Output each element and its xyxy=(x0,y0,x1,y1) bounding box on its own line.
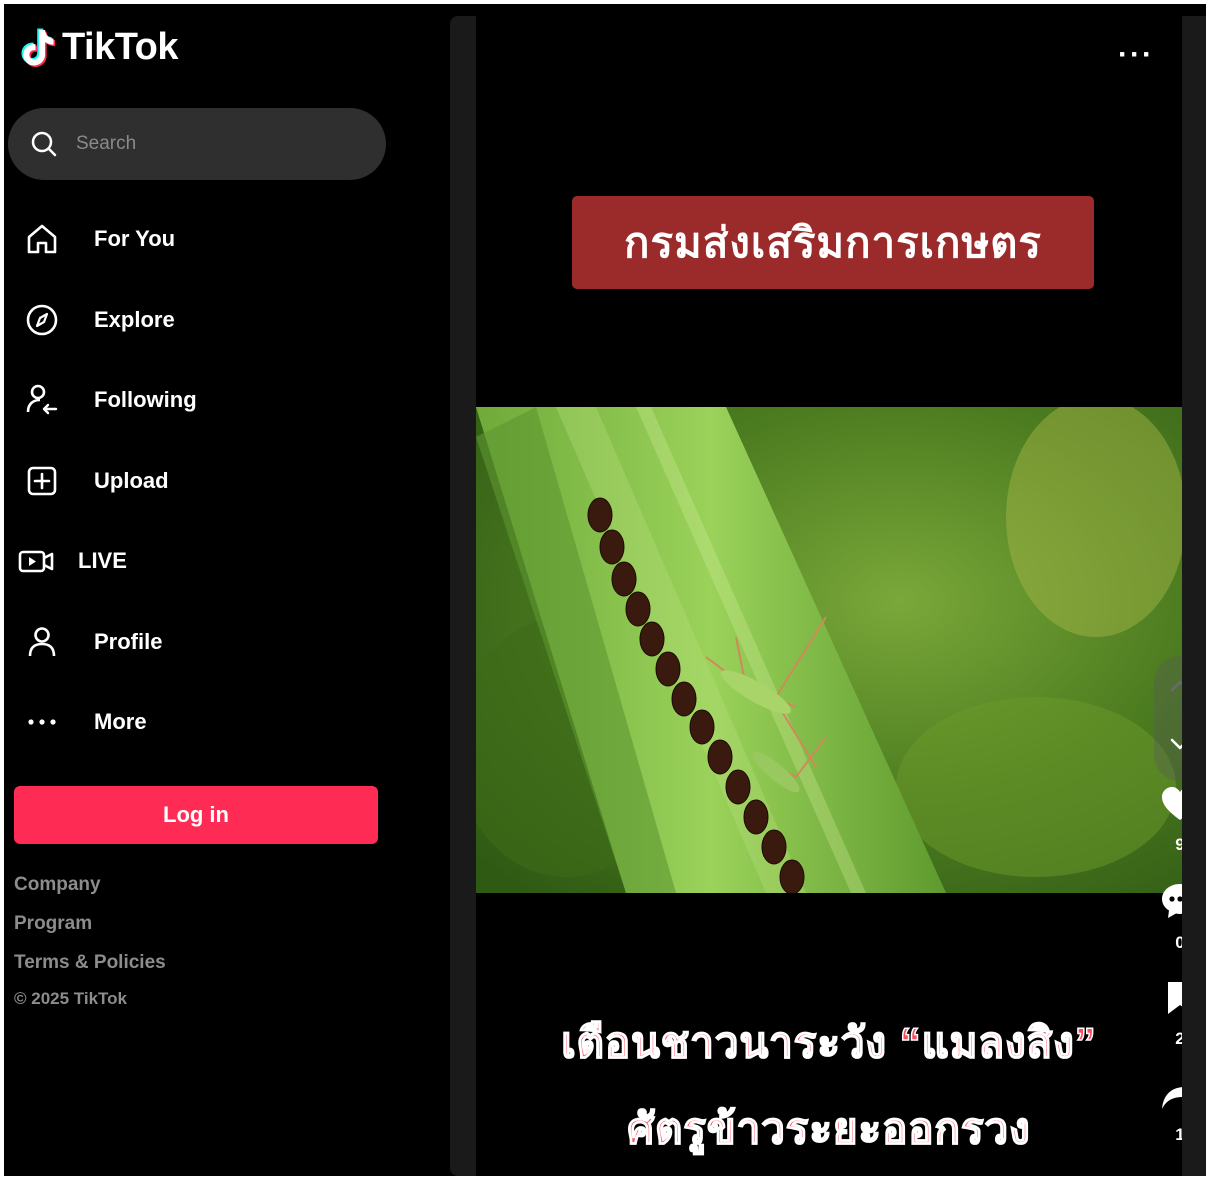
rice-leaf-insect-image xyxy=(476,407,1182,893)
video-banner: กรมส่งเสริมการเกษตร xyxy=(572,196,1094,289)
search-bar[interactable] xyxy=(8,108,386,180)
nav-label: Upload xyxy=(94,467,169,493)
logo-text: TikTok xyxy=(62,26,178,68)
video-photo xyxy=(476,407,1182,893)
more-icon xyxy=(22,702,62,742)
footer-link-company[interactable]: Company xyxy=(14,870,166,909)
search-icon xyxy=(31,131,57,157)
nav-label: Profile xyxy=(94,628,163,654)
live-icon xyxy=(16,541,56,581)
nav-label: For You xyxy=(94,226,176,252)
login-button[interactable]: Log in xyxy=(14,786,378,844)
video-player[interactable]: กรมส่งเสริมการเกษตร เตือนชาวนาระวัง “แมล… xyxy=(476,16,1206,1176)
feed-gutter xyxy=(1182,16,1206,1176)
video-feed: กรมส่งเสริมการเกษตร เตือนชาวนาระวัง “แมล… xyxy=(450,16,1206,1176)
caption-line-1: เตือนชาวนาระวัง “แมลงสิง” xyxy=(560,1018,1097,1067)
nav-label: LIVE xyxy=(78,548,127,574)
nav-upload[interactable]: Upload xyxy=(4,441,424,522)
copyright: © 2025 TikTok xyxy=(14,989,128,1008)
main-nav: For You Explore Following Upload LIVE Pr… xyxy=(4,199,424,763)
footer-link-program[interactable]: Program xyxy=(14,909,166,948)
nav-following[interactable]: Following xyxy=(4,360,424,441)
home-icon xyxy=(22,219,62,259)
nav-live[interactable]: LIVE xyxy=(4,521,424,602)
logo[interactable]: TikTok xyxy=(20,26,178,69)
compass-icon xyxy=(22,300,62,340)
app-frame: TikTok For You Explore xyxy=(4,4,1206,1176)
nav-for-you[interactable]: For You xyxy=(4,199,424,280)
footer-link-terms[interactable]: Terms & Policies xyxy=(14,948,166,987)
nav-profile[interactable]: Profile xyxy=(4,602,424,683)
banner-text: กรมส่งเสริมการเกษตร xyxy=(624,218,1042,266)
search-input[interactable] xyxy=(76,133,356,155)
nav-more[interactable]: More xyxy=(4,682,424,763)
caption-line-2: ศัตรูข้าวระยะออกรวง xyxy=(627,1104,1031,1153)
nav-explore[interactable]: Explore xyxy=(4,280,424,361)
feed-gutter xyxy=(450,16,476,1176)
nav-label: Following xyxy=(94,387,197,413)
nav-label: More xyxy=(94,709,147,735)
tiktok-note-icon xyxy=(21,28,55,67)
profile-icon xyxy=(22,622,62,662)
video-more-button[interactable]: ··· xyxy=(1118,40,1154,70)
upload-icon xyxy=(22,461,62,501)
sidebar: TikTok For You Explore xyxy=(4,4,444,1176)
footer: Company Program Terms & Policies © 2025 … xyxy=(14,870,166,1009)
nav-label: Explore xyxy=(94,306,175,332)
following-icon xyxy=(22,380,62,420)
